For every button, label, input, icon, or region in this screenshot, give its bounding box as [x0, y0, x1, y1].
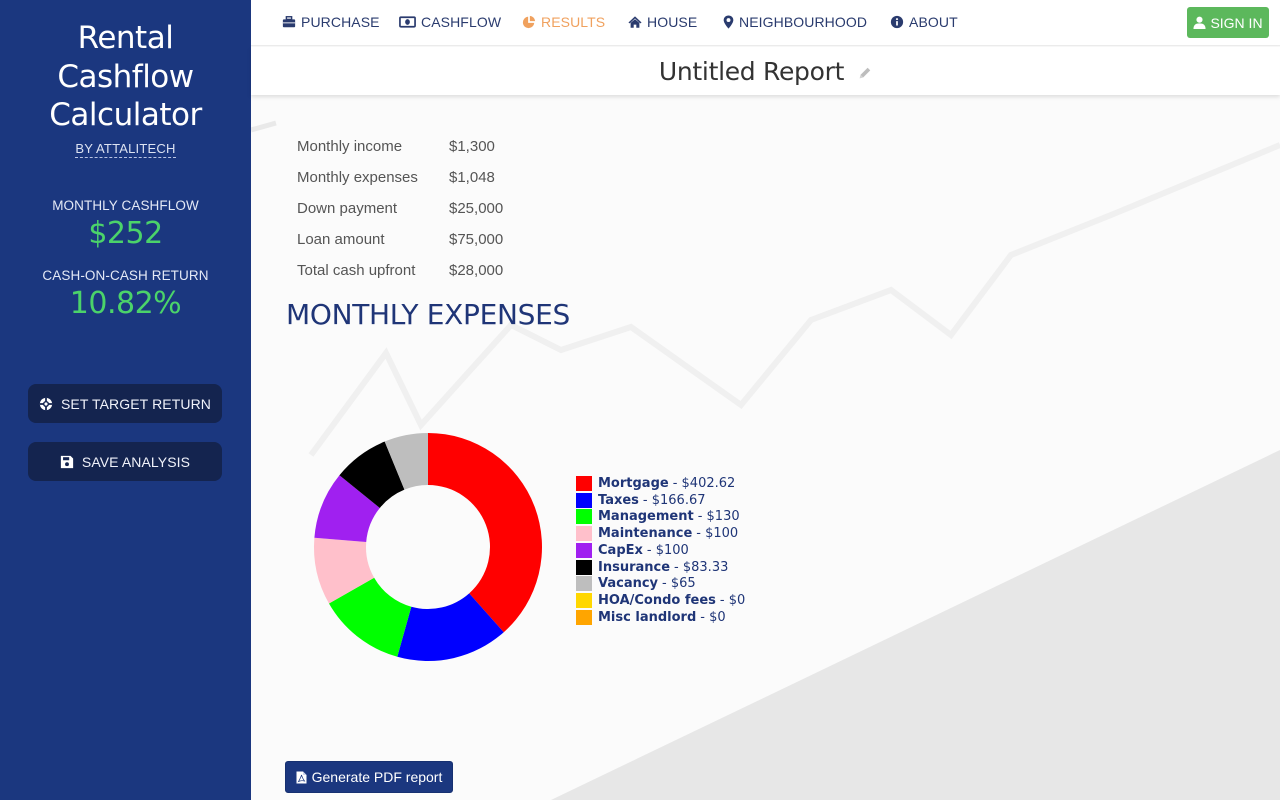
legend-value: - $65 [662, 576, 696, 592]
legend-swatch [576, 475, 592, 491]
legend-label: Taxes [598, 492, 639, 508]
results-panel: Monthly income $1,300 Monthly expenses $… [251, 95, 1280, 800]
save-analysis-label: SAVE ANALYSIS [81, 453, 191, 470]
nav-tab-label: NEIGHBOURHOOD [739, 14, 868, 30]
legend-swatch [576, 509, 592, 525]
legend-value: - $100 [696, 526, 739, 542]
top-nav: PURCHASE CASHFLOW RESULTS HOUSE NEIGHBOU… [251, 0, 1280, 46]
legend-item: HOA/Condo fees - $0 [576, 592, 745, 609]
briefcase-icon [282, 16, 296, 28]
nav-tab-neighbourhood[interactable]: NEIGHBOURHOOD [723, 14, 867, 30]
legend-label: CapEx [598, 542, 643, 558]
nav-tab-about[interactable]: ABOUT [890, 14, 958, 30]
legend-label: Insurance [598, 559, 671, 575]
nav-tab-label: RESULTS [541, 14, 606, 30]
donut-slice-mortgage[interactable] [428, 433, 542, 633]
legend-value: - $402.62 [672, 475, 736, 491]
app-title-line: Calculator [49, 97, 202, 133]
crosshairs-icon [39, 397, 53, 410]
legend-value: - $0 [719, 593, 746, 609]
legend-swatch [576, 542, 592, 558]
legend-item: Maintenance - $100 [576, 525, 745, 542]
legend-item: Management - $130 [576, 509, 745, 526]
nav-tab-house[interactable]: HOUSE [628, 14, 697, 30]
pencil-icon[interactable] [858, 66, 872, 80]
map-marker-icon [723, 15, 734, 29]
app-title: Rental Cashflow Calculator [0, 19, 251, 135]
nav-tab-label: CASHFLOW [421, 14, 502, 30]
legend-label: Mortgage [598, 475, 669, 491]
generate-pdf-button[interactable]: Generate PDF report [285, 761, 453, 793]
nav-tab-label: ABOUT [909, 14, 958, 30]
nav-tab-cashflow[interactable]: CASHFLOW [399, 14, 501, 30]
save-analysis-button[interactable]: SAVE ANALYSIS [28, 442, 222, 481]
floppy-disk-icon [60, 455, 74, 468]
nav-tab-label: PURCHASE [301, 14, 380, 30]
legend-label: HOA/Condo fees [598, 593, 716, 609]
legend-label: Vacancy [598, 576, 659, 592]
legend-value: - $166.67 [642, 492, 706, 508]
legend-item: Misc landlord - $0 [576, 609, 745, 626]
legend-item: Insurance - $83.33 [576, 559, 745, 576]
legend-swatch [576, 593, 592, 609]
legend-swatch [576, 576, 592, 592]
legend-value: - $100 [646, 542, 689, 558]
byline-link[interactable]: BY ATTALITECH [75, 141, 176, 158]
sidebar: Rental Cashflow Calculator BY ATTALITECH… [0, 0, 251, 800]
monthly-cashflow-value: $252 [88, 215, 163, 251]
pie-chart-icon [522, 15, 536, 29]
file-pdf-icon [296, 771, 307, 783]
report-title-bar: Untitled Report [251, 47, 1280, 95]
sign-in-button[interactable]: SIGN IN [1187, 7, 1269, 38]
legend-label: Misc landlord [598, 609, 697, 625]
app-title-line: Rental [77, 20, 174, 56]
legend-label: Maintenance [598, 526, 693, 542]
money-bill-icon [399, 16, 416, 28]
generate-pdf-label: Generate PDF report [311, 769, 443, 785]
legend-item: Vacancy - $65 [576, 576, 745, 593]
nav-tab-purchase[interactable]: PURCHASE [282, 14, 380, 30]
info-circle-icon [890, 15, 904, 29]
legend-swatch [576, 559, 592, 575]
chart-legend: Mortgage - $402.62 Taxes - $166.67 Managemen… [576, 475, 745, 626]
report-title[interactable]: Untitled Report [659, 57, 845, 86]
legend-value: - $130 [697, 509, 740, 525]
nav-tab-label: HOUSE [647, 14, 698, 30]
legend-value: - $0 [700, 609, 726, 625]
legend-swatch [576, 609, 592, 625]
home-icon [628, 16, 642, 28]
set-target-return-button[interactable]: SET TARGET RETURN [28, 384, 222, 423]
coc-return-label: CASH-ON-CASH RETURN [42, 267, 209, 283]
monthly-cashflow-label: MONTHLY CASHFLOW [52, 197, 199, 213]
user-icon [1193, 16, 1206, 29]
legend-item: CapEx - $100 [576, 542, 745, 559]
legend-swatch [576, 526, 592, 542]
legend-item: Taxes - $166.67 [576, 492, 745, 509]
legend-item: Mortgage - $402.62 [576, 475, 745, 492]
legend-value: - $83.33 [674, 559, 729, 575]
coc-return-value: 10.82% [69, 285, 182, 321]
legend-label: Management [598, 509, 694, 525]
app-title-line: Cashflow [57, 58, 194, 95]
expenses-donut-chart [314, 433, 542, 661]
sign-in-label: SIGN IN [1210, 14, 1263, 31]
legend-swatch [576, 492, 592, 508]
nav-tab-results[interactable]: RESULTS [522, 14, 605, 30]
set-target-return-label: SET TARGET RETURN [60, 395, 212, 412]
